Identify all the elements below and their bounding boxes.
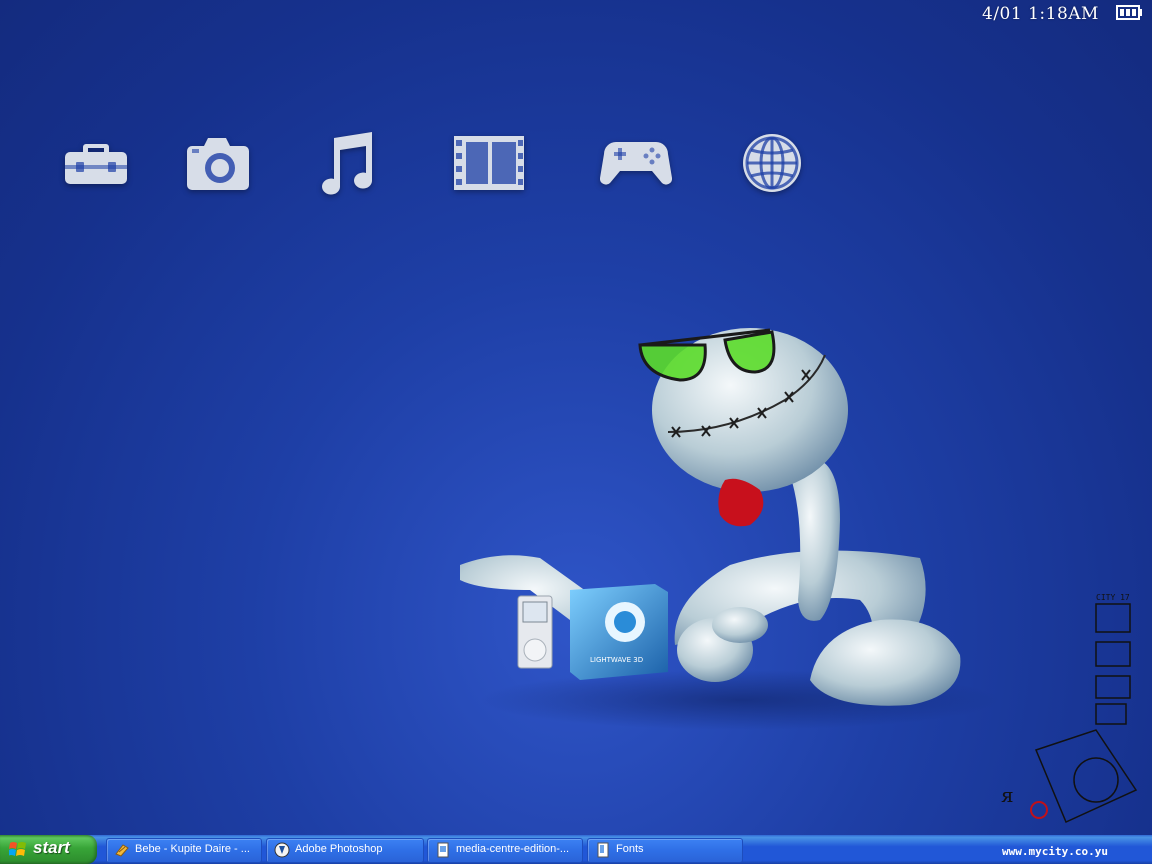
watermark: www.mycity.co.yu xyxy=(1002,845,1108,858)
wallpaper-character-art: LIGHTWAVE 3D xyxy=(440,300,1000,730)
image-file-icon xyxy=(437,842,449,858)
photoshop-icon xyxy=(274,842,290,858)
media-player-icon xyxy=(115,844,129,857)
svg-text:я: я xyxy=(1001,783,1014,807)
start-label: start xyxy=(33,838,70,857)
desktop: 4/01 1:18AM LIGHTWAVE 3D CITY 17 я www.m… xyxy=(0,0,1152,864)
film-icon[interactable] xyxy=(452,128,532,198)
taskbar-item-label: Fonts xyxy=(616,843,644,855)
box-label: LIGHTWAVE 3D xyxy=(590,656,643,664)
taskbar-item-fonts[interactable]: Fonts xyxy=(587,838,743,863)
city17-logo: CITY 17 я xyxy=(996,590,1146,830)
folder-icon xyxy=(597,842,609,858)
windows-logo-icon xyxy=(9,842,26,856)
music-note-icon[interactable] xyxy=(310,128,382,198)
taskbar-item-label: Bebe - Kupite Daire - ... xyxy=(135,843,250,855)
taskbar-item-media-centre[interactable]: media-centre-edition-... xyxy=(427,838,583,863)
xmb-menu xyxy=(60,128,820,198)
start-button[interactable]: start xyxy=(0,835,97,864)
clock: 4/01 1:18AM xyxy=(982,4,1099,24)
city-label: CITY 17 xyxy=(1096,593,1130,602)
toolbox-icon[interactable] xyxy=(60,128,132,198)
gamepad-icon[interactable] xyxy=(599,128,673,198)
taskbar-item-photoshop[interactable]: Adobe Photoshop xyxy=(266,838,424,863)
taskbar-item-label: media-centre-edition-... xyxy=(456,843,570,855)
camera-icon[interactable] xyxy=(184,128,256,198)
battery-full-icon xyxy=(1116,5,1143,20)
taskbar-item-label: Adobe Photoshop xyxy=(295,843,383,855)
taskbar: start Bebe - Kupite Daire - ... Adobe Ph… xyxy=(0,835,1152,864)
globe-icon[interactable] xyxy=(736,128,808,198)
taskbar-item-bebe[interactable]: Bebe - Kupite Daire - ... xyxy=(106,838,262,863)
